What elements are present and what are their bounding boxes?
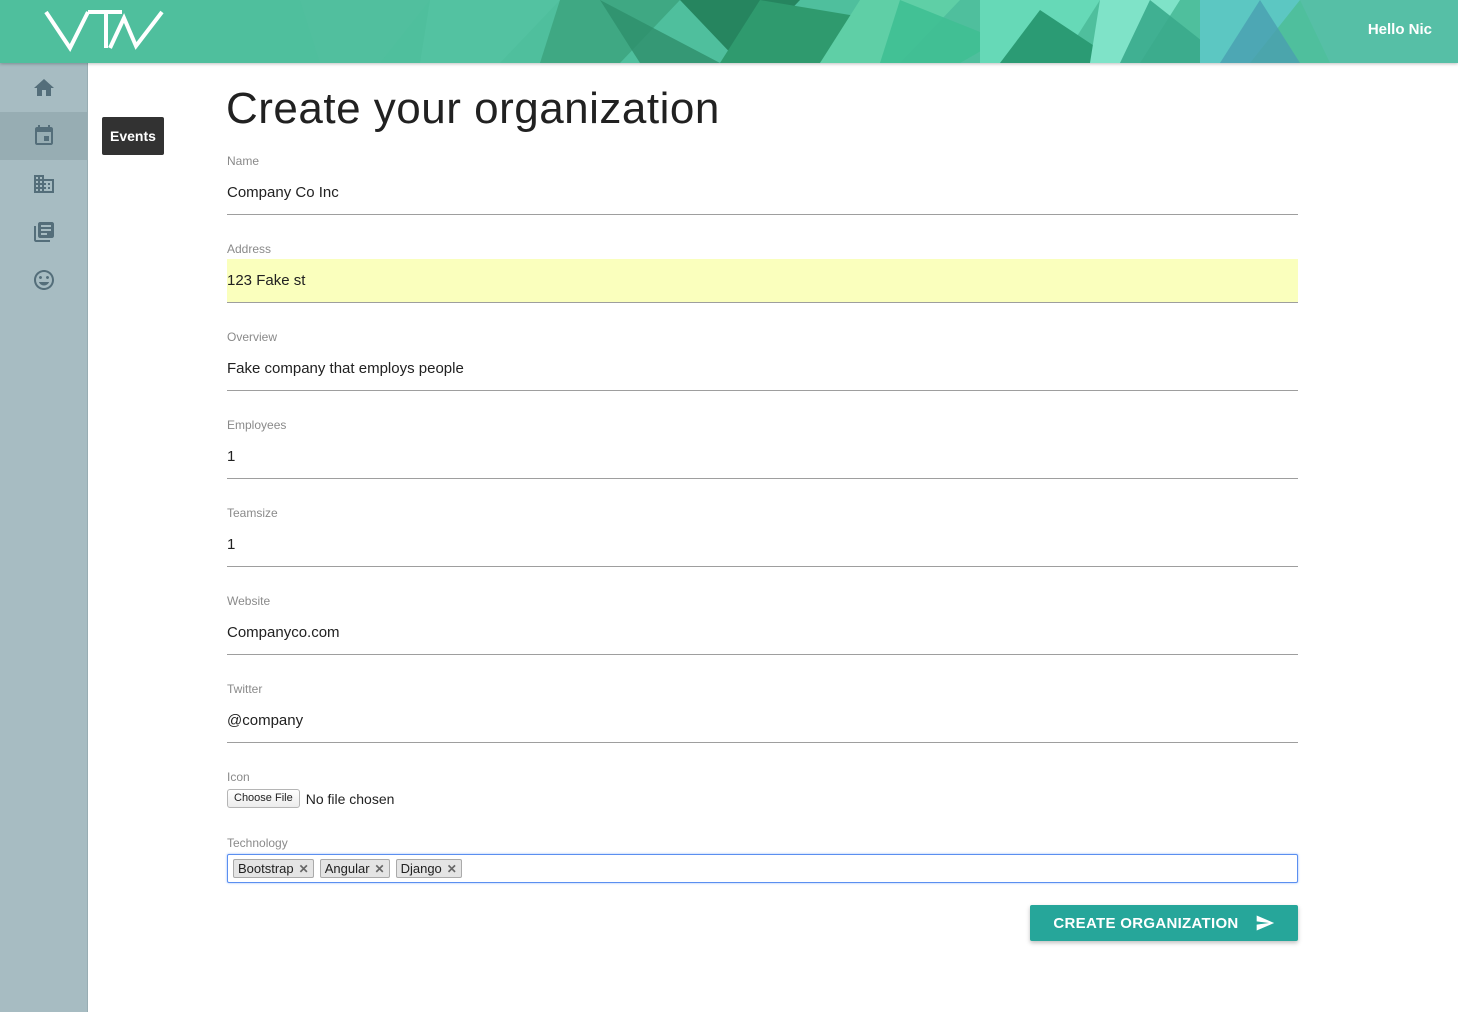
sidebar-item-events[interactable] — [0, 112, 87, 160]
website-label: Website — [227, 594, 271, 608]
page-title: Create your organization — [226, 84, 720, 133]
teamsize-input[interactable] — [227, 523, 1298, 567]
overview-input[interactable] — [227, 347, 1298, 391]
employees-label: Employees — [227, 418, 287, 432]
overview-label: Overview — [227, 330, 278, 344]
tag-bootstrap: Bootstrap ✕ — [233, 859, 314, 878]
sidebar-item-profile[interactable] — [0, 256, 87, 304]
name-label: Name — [227, 154, 260, 168]
address-input[interactable] — [227, 259, 1298, 303]
sidebar-item-home[interactable] — [0, 64, 87, 112]
choose-file-button[interactable]: Choose File — [227, 789, 300, 808]
file-status: No file chosen — [305, 790, 395, 807]
app-header: Hello Nic — [0, 0, 1458, 63]
icon-file-picker: Choose File No file chosen — [227, 789, 394, 808]
event-icon — [34, 125, 53, 145]
technology-tags-input[interactable]: Bootstrap ✕ Angular ✕ Django ✕ — [227, 854, 1298, 883]
website-input[interactable] — [227, 611, 1298, 655]
name-input[interactable] — [227, 171, 1298, 215]
create-organization-button[interactable]: CREATE ORGANIZATION — [1030, 905, 1298, 941]
remove-tag-icon[interactable]: ✕ — [447, 862, 457, 876]
employees-input[interactable] — [227, 435, 1298, 479]
tag-django: Django ✕ — [395, 859, 462, 878]
tiw-logo-icon[interactable] — [44, 6, 164, 54]
tag-angular: Angular ✕ — [319, 859, 390, 878]
remove-tag-icon[interactable]: ✕ — [299, 862, 309, 876]
sidebar-item-library[interactable] — [0, 208, 87, 256]
create-organization-label: CREATE ORGANIZATION — [1053, 914, 1239, 932]
tag-label: Bootstrap — [238, 861, 294, 876]
events-tooltip: Events — [102, 117, 164, 155]
header-background — [0, 0, 1458, 63]
twitter-input[interactable] — [227, 699, 1298, 743]
library-books-icon — [33, 222, 54, 242]
address-label: Address — [227, 242, 272, 256]
home-icon — [33, 79, 54, 96]
user-greeting: Hello Nic — [1367, 21, 1432, 38]
technology-label: Technology — [227, 836, 288, 850]
teamsize-label: Teamsize — [227, 506, 278, 520]
remove-tag-icon[interactable]: ✕ — [375, 862, 385, 876]
sidebar — [0, 63, 88, 1012]
tag-label: Django — [400, 861, 442, 876]
twitter-label: Twitter — [227, 682, 263, 696]
icon-label: Icon — [227, 770, 250, 784]
send-icon — [1256, 915, 1274, 931]
tag-label: Angular — [324, 861, 370, 876]
smiley-icon — [33, 270, 54, 290]
business-icon — [33, 175, 54, 193]
sidebar-item-organizations[interactable] — [0, 160, 87, 208]
